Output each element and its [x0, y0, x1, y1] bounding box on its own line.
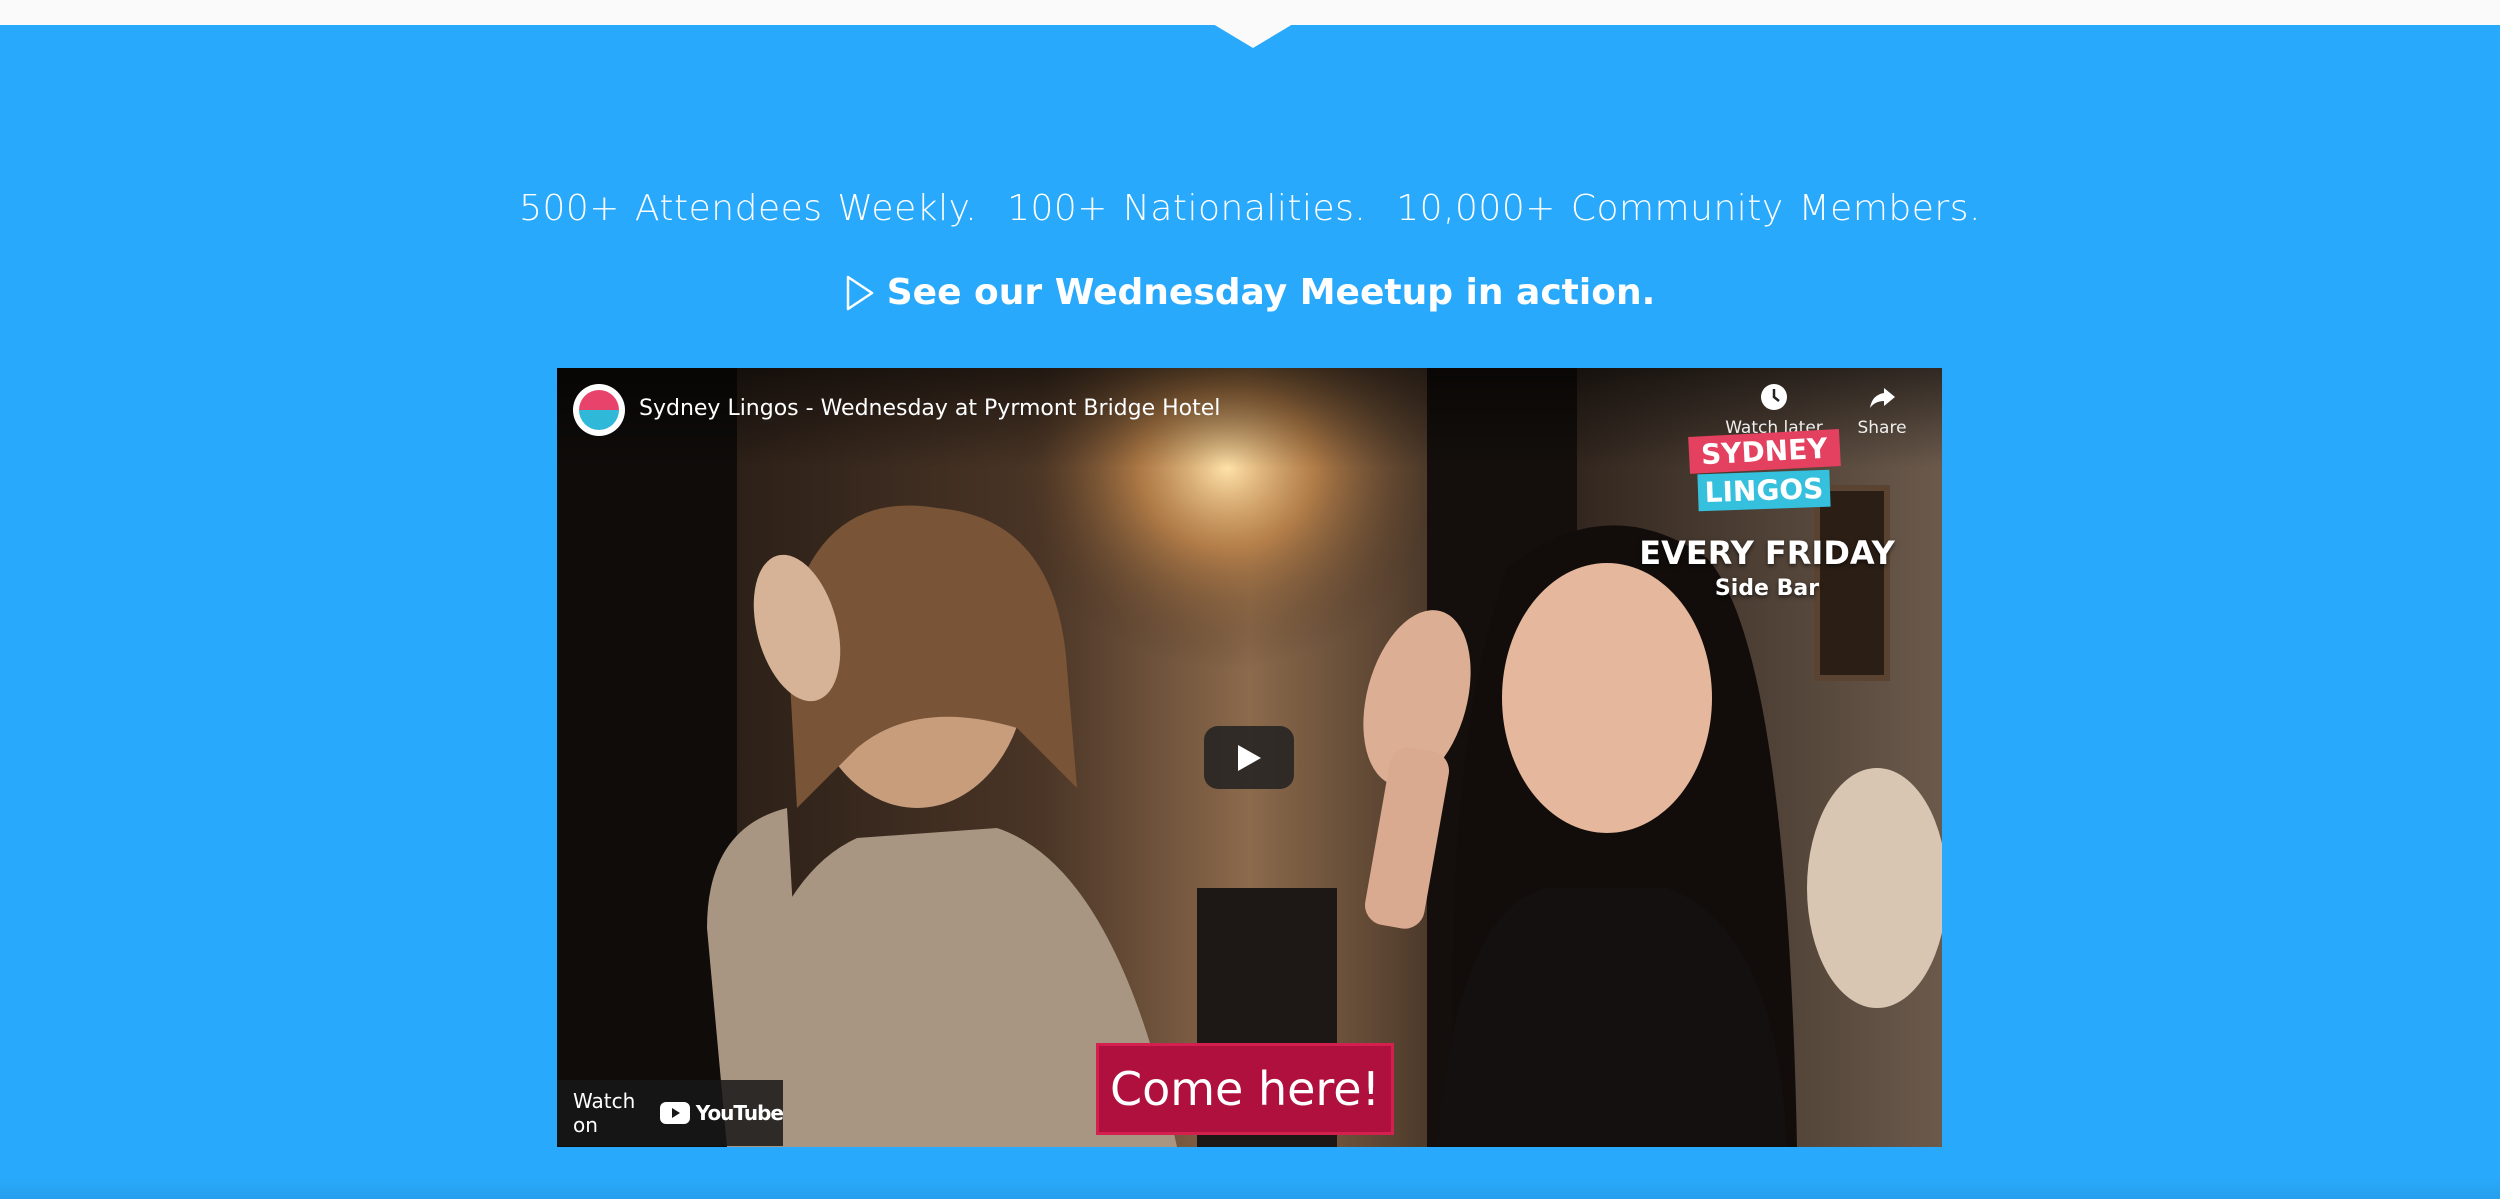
channel-avatar-icon[interactable] [573, 384, 625, 436]
youtube-logo-icon [659, 1102, 690, 1124]
meetup-cta-text: See our Wednesday Meetup in action. [886, 272, 1656, 313]
video-title[interactable]: Sydney Lingos - Wednesday at Pyrmont Bri… [639, 396, 1220, 421]
play-outline-icon [846, 275, 873, 310]
sydney-lingos-logo: SYDNEY LINGOS [1654, 429, 1874, 512]
every-friday-text: EVERY FRIDAY [1639, 534, 1895, 572]
section-notch [1213, 24, 1293, 48]
share-arrow-icon [1870, 388, 1895, 408]
stats-headline: 500+ Attendees Weekly. 100+ Nationalitie… [519, 188, 1981, 229]
clock-icon [1761, 384, 1787, 410]
play-button[interactable] [1204, 726, 1294, 789]
top-bar [0, 0, 2500, 25]
share-button[interactable]: Share [1827, 382, 1937, 438]
youtube-logo: YouTube [659, 1101, 784, 1125]
watch-on-label: Watch on [573, 1089, 636, 1137]
youtube-embed[interactable]: Sydney Lingos - Wednesday at Pyrmont Bri… [557, 368, 1942, 1147]
brand-line-2: LINGOS [1697, 469, 1831, 512]
youtube-wordmark: YouTube [695, 1101, 784, 1125]
side-bar-text: Side Bar [1714, 576, 1820, 601]
watch-on-youtube-link[interactable]: Watch on YouTube [557, 1080, 784, 1146]
brand-line-1: SYDNEY [1687, 429, 1841, 474]
come-here-banner: Come here! [1096, 1043, 1394, 1135]
section-bottom-shadow [0, 1178, 2500, 1199]
meetup-cta: See our Wednesday Meetup in action. [0, 272, 2500, 313]
play-icon [1238, 744, 1261, 771]
